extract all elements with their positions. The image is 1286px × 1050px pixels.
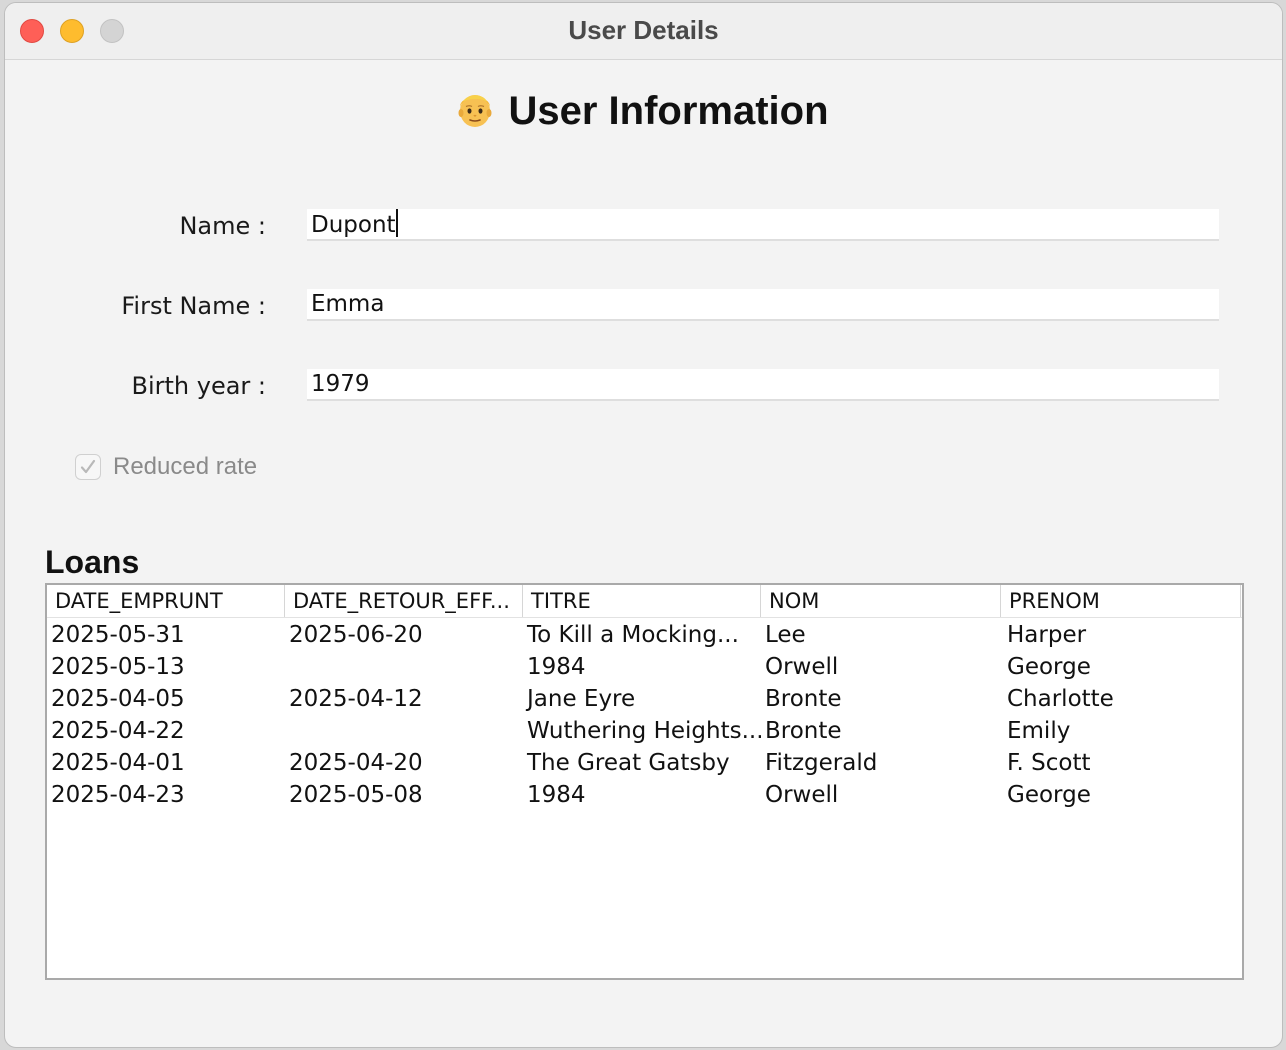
table-cell: Fitzgerald (765, 750, 878, 776)
window-title: User Details (568, 15, 719, 45)
table-cell: Orwell (765, 782, 839, 808)
table-cell: Wuthering Heights... (527, 718, 761, 744)
table-cell: 2025-05-13 (51, 654, 185, 680)
first-name-label: First Name : (121, 292, 266, 320)
table-cell: 1984 (527, 654, 586, 680)
table-cell: Bronte (765, 718, 842, 744)
first-name-input-value: Emma (311, 291, 385, 317)
table-cell: Jane Eyre (527, 686, 636, 712)
column-header-titre[interactable]: TITRE (523, 585, 761, 617)
column-header-date-retour[interactable]: DATE_RETOUR_EFF... (285, 585, 523, 617)
table-cell: 1984 (527, 782, 586, 808)
loans-table[interactable]: DATE_EMPRUNT DATE_RETOUR_EFF... TITRE NO… (45, 583, 1244, 980)
table-cell: George (1007, 654, 1091, 680)
table-cell: George (1007, 782, 1091, 808)
column-header-prenom[interactable]: PRENOM (1001, 585, 1241, 617)
checkmark-icon (80, 459, 96, 474)
table-row[interactable]: 2025-04-05 2025-04-12 Jane Eyre Bronte C… (47, 683, 1242, 715)
table-cell: 2025-06-20 (289, 622, 423, 648)
table-cell: 2025-05-08 (289, 782, 423, 808)
birth-year-input-value: 1979 (311, 371, 370, 397)
table-row[interactable]: 2025-05-13 1984 Orwell George (47, 651, 1242, 683)
table-cell (285, 651, 523, 683)
table-cell: F. Scott (1007, 750, 1091, 776)
table-cell: Charlotte (1007, 686, 1114, 712)
user-details-window: User Details User Information Name : Dup… (4, 2, 1283, 1048)
table-cell: Lee (765, 622, 806, 648)
page-title: User Information (508, 89, 829, 133)
table-cell: 2025-04-20 (289, 750, 423, 776)
man-face-emoji-icon (458, 90, 492, 128)
loans-table-header: DATE_EMPRUNT DATE_RETOUR_EFF... TITRE NO… (47, 585, 1242, 618)
table-cell: 2025-04-05 (51, 686, 185, 712)
column-header-date-emprunt[interactable]: DATE_EMPRUNT (47, 585, 285, 617)
name-input-value: Dupont (311, 212, 396, 238)
first-name-input[interactable]: Emma (307, 289, 1219, 321)
table-cell: 2025-04-12 (289, 686, 423, 712)
table-cell (285, 715, 523, 747)
reduced-rate-checkbox-row: Reduced rate (75, 453, 257, 483)
table-cell: 2025-04-22 (51, 718, 185, 744)
title-bar[interactable]: User Details (5, 3, 1282, 60)
loans-section-title: Loans (45, 544, 140, 580)
table-cell: 2025-04-01 (51, 750, 185, 776)
table-cell: The Great Gatsby (527, 750, 730, 776)
table-cell: 2025-05-31 (51, 622, 185, 648)
table-row[interactable]: 2025-04-23 2025-05-08 1984 Orwell George (47, 779, 1242, 811)
table-row[interactable]: 2025-04-01 2025-04-20 The Great Gatsby F… (47, 747, 1242, 779)
table-row[interactable]: 2025-04-22 Wuthering Heights... Bronte E… (47, 715, 1242, 747)
table-cell: Orwell (765, 654, 839, 680)
table-cell: 2025-04-23 (51, 782, 185, 808)
reduced-rate-label: Reduced rate (113, 453, 258, 480)
text-caret (395, 209, 398, 237)
loans-table-body: 2025-05-31 2025-06-20 To Kill a Mocking.… (47, 619, 1242, 811)
reduced-rate-checkbox (75, 454, 101, 480)
table-cell: Bronte (765, 686, 842, 712)
table-cell: To Kill a Mocking... (527, 622, 739, 648)
table-row[interactable]: 2025-05-31 2025-06-20 To Kill a Mocking.… (47, 619, 1242, 651)
table-cell: Emily (1007, 718, 1071, 744)
birth-year-label: Birth year : (131, 372, 266, 400)
name-input[interactable]: Dupont (307, 209, 1219, 241)
page-heading: User Information (5, 89, 1282, 134)
table-cell: Harper (1007, 622, 1087, 648)
birth-year-input[interactable]: 1979 (307, 369, 1219, 401)
column-header-nom[interactable]: NOM (761, 585, 1001, 617)
name-label: Name : (179, 212, 266, 240)
